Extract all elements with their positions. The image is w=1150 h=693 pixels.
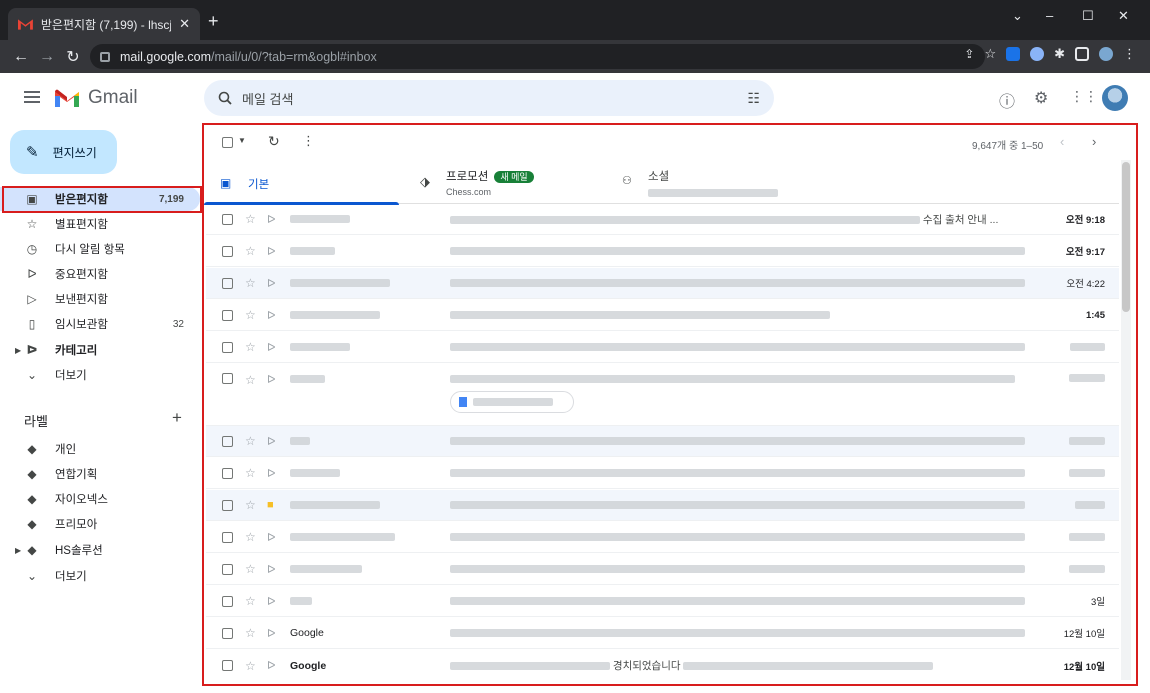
url-path: /mail/u/0/?tab=rm&ogbl#inbox — [211, 49, 377, 64]
extension-icon[interactable] — [1030, 47, 1045, 61]
maximize-button[interactable]: ☐ — [1082, 8, 1094, 24]
label-item[interactable]: ◆ 연합기획 — [0, 462, 200, 486]
gmail-window: 받은편지함 (7,199) - lhscj2466 ✕ + ⌄ – ☐ ✕ ← … — [0, 0, 1150, 693]
add-label-icon[interactable]: + — [172, 408, 182, 428]
sidebar-item-label: 카테고리 — [55, 345, 98, 357]
label-name: 연합기획 — [55, 469, 98, 481]
star-icon: ☆ — [26, 217, 38, 231]
highlight-inbox — [2, 186, 202, 213]
new-tab-button[interactable]: + — [208, 12, 219, 30]
sidebar-item-starred[interactable]: ☆ 별표편지함 — [0, 212, 200, 236]
label-item[interactable]: ◆ 자이오넥스 — [0, 487, 200, 511]
sidebar-item-label: 다시 알림 항목 — [55, 244, 125, 256]
drafts-count: 32 — [172, 318, 184, 330]
sidepanel-icon[interactable] — [1075, 47, 1089, 61]
send-icon: ▷ — [27, 292, 37, 306]
highlight-mail-list — [202, 123, 1138, 686]
sidebar-item-snoozed[interactable]: ◷ 다시 알림 항목 — [0, 237, 200, 261]
tab-search-icon[interactable]: ⌄ — [1012, 8, 1023, 24]
label-tag-icon: ◆ — [27, 492, 37, 506]
share-icon[interactable]: ⇪ — [964, 47, 974, 61]
gmail-logo-icon — [55, 89, 79, 107]
gmail-favicon — [18, 19, 33, 30]
main-menu-icon[interactable] — [24, 91, 40, 103]
label-name: 자이오넥스 — [55, 494, 108, 506]
gmail-wordmark: Gmail — [88, 87, 138, 108]
chevron-down-icon: ⌄ — [26, 368, 38, 382]
draft-icon: ▯ — [28, 317, 36, 331]
important-icon: ᐅ — [27, 267, 37, 281]
gmail-header: Gmail 메일 검색 ☷ — [0, 73, 1150, 123]
search-input[interactable]: 메일 검색 — [242, 89, 293, 108]
sidebar-item-label: 중요편지함 — [55, 269, 108, 281]
label-item[interactable]: ◆ HS솔루션 — [0, 538, 200, 562]
sidebar-item-drafts[interactable]: ▯ 임시보관함 32 — [0, 312, 200, 336]
label-tag-icon: ◆ — [27, 442, 37, 456]
apps-grid-icon[interactable]: ⋮⋮ — [1070, 88, 1098, 105]
chevron-down-icon: ⌄ — [26, 569, 38, 583]
sidebar-item-label: 임시보관함 — [55, 319, 108, 331]
url-host: mail.google.com — [120, 49, 212, 64]
forward-icon[interactable]: → — [34, 48, 60, 66]
account-avatar[interactable] — [1102, 85, 1128, 111]
puzzle-icon[interactable]: ✱ — [1054, 46, 1065, 62]
address-bar[interactable]: mail.google.com /mail/u/0/?tab=rm&ogbl#i… — [90, 44, 985, 69]
label-tag-icon: ◆ — [27, 543, 37, 557]
category-icon: ᐅ — [26, 343, 38, 357]
sidebar-item-label: 별표편지함 — [55, 219, 108, 231]
reload-icon[interactable]: ↻ — [60, 47, 86, 67]
search-bar[interactable]: 메일 검색 ☷ — [204, 80, 774, 116]
label-item[interactable]: ◆ 프리모아 — [0, 512, 200, 536]
label-name: HS솔루션 — [55, 545, 103, 557]
translate-extension-icon[interactable] — [1006, 47, 1021, 61]
compose-button[interactable]: ✎ 편지쓰기 — [10, 130, 117, 174]
label-name: 개인 — [55, 444, 77, 456]
labels-heading: 라벨 — [24, 414, 48, 429]
back-icon[interactable]: ← — [8, 48, 34, 66]
tab-title: 받은편지함 (7,199) - lhscj2466 — [40, 17, 171, 32]
profile-icon[interactable] — [1099, 47, 1113, 61]
sidebar-item-categories[interactable]: ᐅ 카테고리 — [0, 338, 200, 362]
browser-toolbar: ← → ↻ mail.google.com /mail/u/0/?tab=rm&… — [0, 40, 1150, 73]
clock-icon: ◷ — [26, 242, 38, 256]
sidebar-item-label: 더보기 — [55, 370, 87, 382]
sidebar-item-important[interactable]: ᐅ 중요편지함 — [0, 262, 200, 286]
search-icon[interactable] — [218, 91, 232, 105]
sidebar-item-more[interactable]: ⌄ 더보기 — [0, 363, 200, 387]
help-icon[interactable]: ⓘ — [999, 88, 1015, 112]
close-window-button[interactable]: ✕ — [1118, 8, 1129, 24]
compose-label: 편지쓰기 — [52, 145, 97, 160]
extension-icons: ⇪ ☆ ✱ ⋮ — [964, 46, 1136, 62]
labels-more[interactable]: ⌄ 더보기 — [0, 564, 200, 588]
label-tag-icon: ◆ — [27, 467, 37, 481]
bookmark-star-icon[interactable]: ☆ — [984, 46, 996, 62]
lock-icon — [100, 51, 110, 62]
sidebar-item-label: 보낸편지함 — [55, 294, 108, 306]
tab-close-icon[interactable]: ✕ — [179, 16, 190, 32]
label-tag-icon: ◆ — [27, 517, 37, 531]
search-options-icon[interactable]: ☷ — [747, 90, 760, 107]
menu-icon[interactable]: ⋮ — [1123, 46, 1136, 62]
pencil-icon: ✎ — [26, 144, 39, 161]
sidebar-item-sent[interactable]: ▷ 보낸편지함 — [0, 287, 200, 311]
settings-gear-icon[interactable]: ⚙ — [1034, 88, 1048, 108]
label-name: 프리모아 — [55, 519, 98, 531]
minimize-button[interactable]: – — [1046, 8, 1053, 23]
label-item[interactable]: ◆ 개인 — [0, 437, 200, 461]
browser-tabstrip: 받은편지함 (7,199) - lhscj2466 ✕ + ⌄ – ☐ ✕ — [0, 0, 1150, 40]
labels-more-label: 더보기 — [55, 571, 87, 583]
browser-tab-gmail[interactable]: 받은편지함 (7,199) - lhscj2466 ✕ — [8, 8, 200, 40]
